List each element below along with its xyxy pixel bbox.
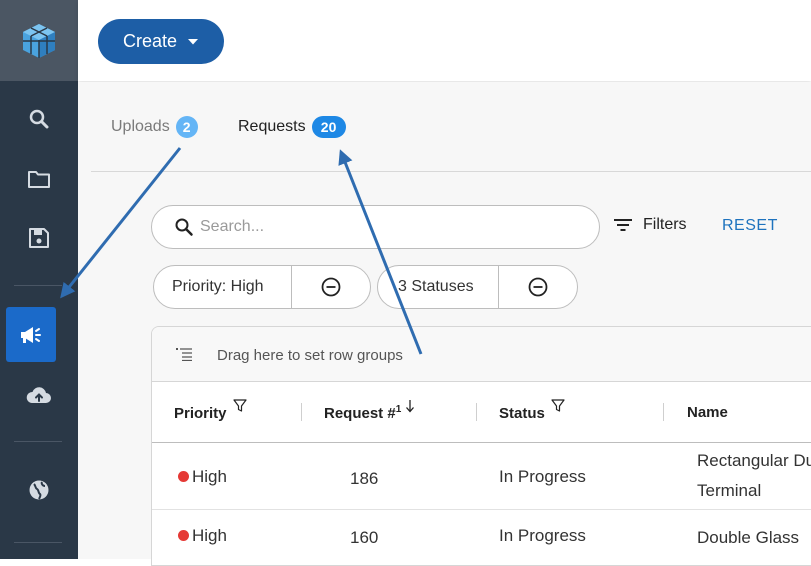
priority-dot xyxy=(178,530,189,542)
column-header-name[interactable]: Name xyxy=(687,404,728,421)
filters-button[interactable]: Filters xyxy=(613,216,687,234)
remove-chip-button[interactable] xyxy=(499,266,577,308)
globe-icon xyxy=(29,480,49,500)
remove-chip-button[interactable] xyxy=(292,266,370,308)
sidebar-item-upload[interactable] xyxy=(0,367,78,423)
cube-logo-icon xyxy=(23,23,55,58)
table-row[interactable]: High 186 In Progress Rectangular Du Term… xyxy=(152,443,811,510)
priority-cell: High xyxy=(178,526,227,546)
count-badge: 2 xyxy=(175,116,198,138)
create-button-label: Create xyxy=(122,31,178,51)
filters-label: Filters xyxy=(643,216,687,233)
column-header-status[interactable]: Status xyxy=(499,399,565,422)
search-box[interactable] xyxy=(151,205,600,249)
app-logo[interactable] xyxy=(0,0,78,81)
priority-dot xyxy=(178,471,189,483)
filter-chip-statuses: 3 Statuses xyxy=(377,265,578,309)
column-resize-handle[interactable] xyxy=(476,403,477,421)
status-cell: In Progress xyxy=(499,467,586,486)
filter-funnel-icon xyxy=(551,399,565,412)
row-groups-icon xyxy=(176,348,192,361)
column-header-priority[interactable]: Priority xyxy=(174,399,247,422)
request-number-cell: 160 xyxy=(350,528,379,547)
caret-down-icon xyxy=(188,38,199,44)
minus-circle-icon xyxy=(321,277,341,297)
tab-label: Uploads xyxy=(111,118,170,135)
tab-uploads[interactable]: Uploads 2 xyxy=(111,116,198,138)
row-group-drop-zone[interactable]: Drag here to set row groups xyxy=(152,327,811,382)
tab-divider xyxy=(91,171,811,172)
tab-label: Requests xyxy=(238,118,306,135)
reset-button[interactable]: RESET xyxy=(722,217,778,235)
row-group-hint: Drag here to set row groups xyxy=(217,347,403,364)
name-cell-line2: Terminal xyxy=(697,481,762,500)
create-button[interactable]: Create xyxy=(98,19,224,64)
minus-circle-icon xyxy=(528,277,548,297)
column-resize-handle[interactable] xyxy=(301,403,302,421)
sidebar-item-search[interactable] xyxy=(0,91,78,147)
sidebar-item-requests[interactable] xyxy=(6,307,56,362)
grid-header-row: Priority Request #1 Status Name xyxy=(152,382,811,443)
column-resize-handle[interactable] xyxy=(663,403,664,421)
column-header-request-number[interactable]: Request #1 xyxy=(324,400,415,422)
sidebar-item-globe[interactable] xyxy=(0,462,78,518)
count-badge: 20 xyxy=(311,116,346,138)
priority-cell: High xyxy=(178,467,227,487)
requests-grid: Drag here to set row groups Priority Req… xyxy=(151,326,811,566)
chip-label: 3 Statuses xyxy=(378,266,500,308)
save-icon xyxy=(29,228,49,248)
filter-chip-priority: Priority: High xyxy=(153,265,371,309)
tab-requests[interactable]: Requests 20 xyxy=(238,116,346,138)
sidebar-item-save[interactable] xyxy=(0,210,78,266)
filter-lines-icon xyxy=(614,219,632,231)
search-icon xyxy=(29,109,49,129)
sidebar xyxy=(0,0,78,559)
name-cell-line1: Rectangular Du xyxy=(697,451,811,470)
sidebar-divider xyxy=(14,285,62,286)
search-input[interactable] xyxy=(198,217,582,237)
request-number-cell: 186 xyxy=(350,469,379,488)
sidebar-divider xyxy=(14,542,62,543)
sidebar-item-folder[interactable] xyxy=(0,151,78,207)
megaphone-icon xyxy=(21,326,41,343)
chip-label: Priority: High xyxy=(154,266,293,308)
sort-index: 1 xyxy=(395,404,402,415)
table-row[interactable]: High 160 In Progress Double Glass xyxy=(152,510,811,565)
sort-descending-icon xyxy=(406,400,415,413)
cloud-upload-icon xyxy=(26,387,51,403)
search-icon xyxy=(175,218,193,236)
status-cell: In Progress xyxy=(499,526,586,545)
sidebar-divider xyxy=(14,441,62,442)
filter-funnel-icon xyxy=(233,399,247,412)
name-cell-line1: Double Glass xyxy=(697,528,800,547)
folder-icon xyxy=(28,171,50,188)
